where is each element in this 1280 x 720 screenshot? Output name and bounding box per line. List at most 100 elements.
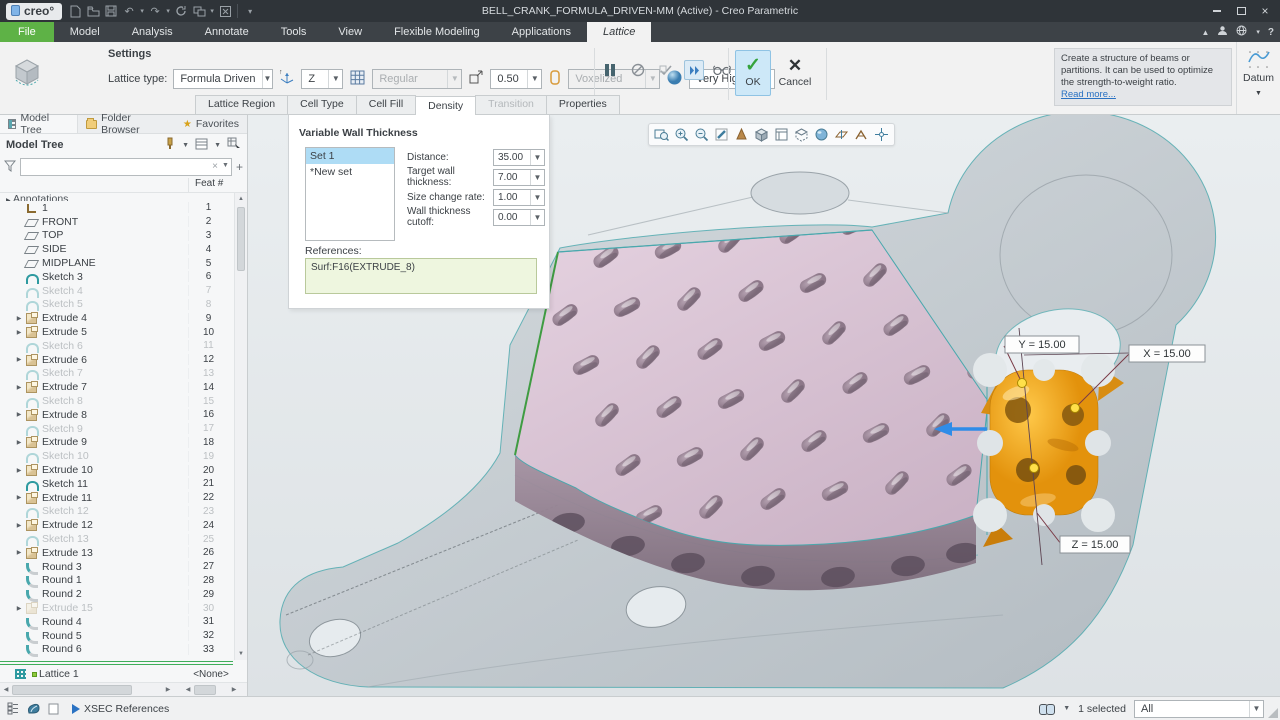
tree-item-sketch-12[interactable]: Sketch 1223 xyxy=(0,505,233,519)
set-item--new-set[interactable]: *New set xyxy=(306,164,394,180)
tree-item-sketch-13[interactable]: Sketch 1325 xyxy=(0,532,233,546)
dashboard-tab-cell-type[interactable]: Cell Type xyxy=(287,95,357,114)
ribbon-tab-annotate[interactable]: Annotate xyxy=(189,22,265,42)
dashboard-tab-density[interactable]: Density xyxy=(415,96,476,115)
undo-icon[interactable]: ↶ xyxy=(120,3,138,19)
ok-button[interactable]: ✓ OK xyxy=(735,50,771,96)
datum-group[interactable]: Datum ▼ xyxy=(1236,42,1280,114)
cell-size-combo[interactable]: 0.50▼ xyxy=(490,69,542,89)
dashboard-tab-properties[interactable]: Properties xyxy=(546,95,620,114)
appearances-icon[interactable] xyxy=(813,126,830,143)
tree-item-sketch-6[interactable]: Sketch 611 xyxy=(0,339,233,353)
help-icon[interactable]: ? xyxy=(1268,27,1274,38)
tree-columns-dropdown-icon[interactable]: ▼ xyxy=(214,142,221,149)
redo-icon[interactable]: ↷ xyxy=(146,3,164,19)
tree-item-extrude-15[interactable]: ▶Extrude 1530 xyxy=(0,601,233,615)
tree-item-extrude-7[interactable]: ▶Extrude 714 xyxy=(0,380,233,394)
dashboard-tab-cell-fill[interactable]: Cell Fill xyxy=(356,95,416,114)
add-filter-icon[interactable]: + xyxy=(236,160,243,174)
expand-icon[interactable]: ▶ xyxy=(14,467,24,474)
close-window-icon[interactable] xyxy=(216,3,234,19)
tree-item-extrude-4[interactable]: ▶Extrude 49 xyxy=(0,311,233,325)
ribbon-tab-file[interactable]: File xyxy=(0,22,54,42)
preview-feature-icon[interactable] xyxy=(684,60,704,80)
pause-icon[interactable] xyxy=(600,60,620,80)
drag-handle-y[interactable] xyxy=(1018,379,1027,388)
expand-icon[interactable]: ▶ xyxy=(14,605,24,612)
save-icon[interactable] xyxy=(102,3,120,19)
expand-icon[interactable]: ▶ xyxy=(14,439,24,446)
expand-icon[interactable]: ▶ xyxy=(14,549,24,556)
tree-item-extrude-11[interactable]: ▶Extrude 1122 xyxy=(0,491,233,505)
scroll-down-icon[interactable]: ▼ xyxy=(235,648,247,660)
insert-indicator[interactable] xyxy=(0,661,233,665)
tree-item-extrude-5[interactable]: ▶Extrude 510 xyxy=(0,325,233,339)
no-preview-icon[interactable] xyxy=(628,60,648,80)
tree-item-round-2[interactable]: Round 229 xyxy=(0,587,233,601)
model-tree-toggle-icon[interactable] xyxy=(4,701,22,717)
zoom-out-icon[interactable] xyxy=(693,126,710,143)
dimension-label-z[interactable]: Z = 15.00 xyxy=(1060,536,1130,553)
drag-handle-x[interactable] xyxy=(1071,404,1080,413)
minimize-button[interactable] xyxy=(1206,3,1228,19)
field-combo[interactable]: 7.00▼ xyxy=(493,169,545,186)
tree-item-sketch-7[interactable]: Sketch 713 xyxy=(0,367,233,381)
expand-icon[interactable]: ▶ xyxy=(14,522,24,529)
tree-item-top[interactable]: TOP3 xyxy=(0,229,233,243)
dashboard-tab-lattice-region[interactable]: Lattice Region xyxy=(195,95,288,114)
glasses-preview-icon[interactable] xyxy=(712,60,732,80)
tree-item-extrude-13[interactable]: ▶Extrude 1326 xyxy=(0,546,233,560)
field-combo[interactable]: 0.00▼ xyxy=(493,209,545,226)
expand-icon[interactable]: ▶ xyxy=(14,315,24,322)
ribbon-tab-applications[interactable]: Applications xyxy=(496,22,587,42)
search-dropdown-icon[interactable]: ▼ xyxy=(1063,705,1070,712)
connect-icon[interactable] xyxy=(1236,25,1248,39)
set-item-set-1[interactable]: Set 1 xyxy=(306,148,394,164)
expand-icon[interactable]: ▶ xyxy=(14,384,24,391)
refit-icon[interactable] xyxy=(653,126,670,143)
tree-settings-icon[interactable] xyxy=(227,137,241,153)
clear-search-icon[interactable]: × xyxy=(212,161,218,172)
tree-item-sketch-11[interactable]: Sketch 1121 xyxy=(0,477,233,491)
expand-icon[interactable]: ▶ xyxy=(14,494,24,501)
field-combo[interactable]: 1.00▼ xyxy=(493,189,545,206)
expand-icon[interactable]: ▶ xyxy=(14,411,24,418)
tree-item-extrude-8[interactable]: ▶Extrude 816 xyxy=(0,408,233,422)
verify-icon[interactable] xyxy=(656,60,676,80)
tree-item-extrude-10[interactable]: ▶Extrude 1020 xyxy=(0,463,233,477)
customize-quick-access-icon[interactable]: ▾ xyxy=(241,3,259,19)
open-file-icon[interactable] xyxy=(84,3,102,19)
browser-toggle-icon[interactable] xyxy=(24,701,42,717)
drag-handle-z[interactable] xyxy=(1030,464,1039,473)
spin-center-icon[interactable] xyxy=(873,126,890,143)
resize-grip[interactable] xyxy=(1268,708,1278,718)
tree-columns-icon[interactable] xyxy=(195,138,208,153)
display-style-icon[interactable] xyxy=(793,126,810,143)
ribbon-tab-model[interactable]: Model xyxy=(54,22,116,42)
minimize-ribbon-icon[interactable]: ▲ xyxy=(1201,28,1209,37)
ribbon-tab-lattice[interactable]: Lattice xyxy=(587,22,651,42)
set-list[interactable]: Set 1*New set xyxy=(305,147,395,241)
tree-item-sketch-10[interactable]: Sketch 1019 xyxy=(0,449,233,463)
tree-item-round-1[interactable]: Round 128 xyxy=(0,574,233,588)
windows-dropdown-icon[interactable]: ▾ xyxy=(208,3,216,19)
tree-item-front[interactable]: FRONT2 xyxy=(0,215,233,229)
repaint-icon[interactable] xyxy=(713,126,730,143)
tree-item-side[interactable]: SIDE4 xyxy=(0,242,233,256)
tree-horizontal-scrollbar[interactable]: ◀ ▶ ◀ ▶ xyxy=(0,682,247,696)
dimension-label-y[interactable]: Y = 15.00 xyxy=(1005,336,1079,353)
field-combo[interactable]: 35.00▼ xyxy=(493,149,545,166)
axis-combo[interactable]: Z▼ xyxy=(301,69,343,89)
saved-views-icon[interactable] xyxy=(753,126,770,143)
tree-item-sketch-9[interactable]: Sketch 917 xyxy=(0,422,233,436)
expand-icon[interactable]: ▶ xyxy=(14,329,24,336)
datum-dropdown-icon[interactable]: ▼ xyxy=(1255,90,1262,97)
tree-item-lattice[interactable]: Lattice 1 <None> xyxy=(0,666,233,682)
ribbon-tab-tools[interactable]: Tools xyxy=(265,22,323,42)
new-file-icon[interactable] xyxy=(66,3,84,19)
redo-dropdown-icon[interactable]: ▾ xyxy=(164,3,172,19)
tree-item-round-4[interactable]: Round 431 xyxy=(0,615,233,629)
tree-item-sketch-8[interactable]: Sketch 815 xyxy=(0,394,233,408)
tree-item-1[interactable]: 11 xyxy=(0,201,233,215)
tree-search-input[interactable] xyxy=(20,158,232,176)
